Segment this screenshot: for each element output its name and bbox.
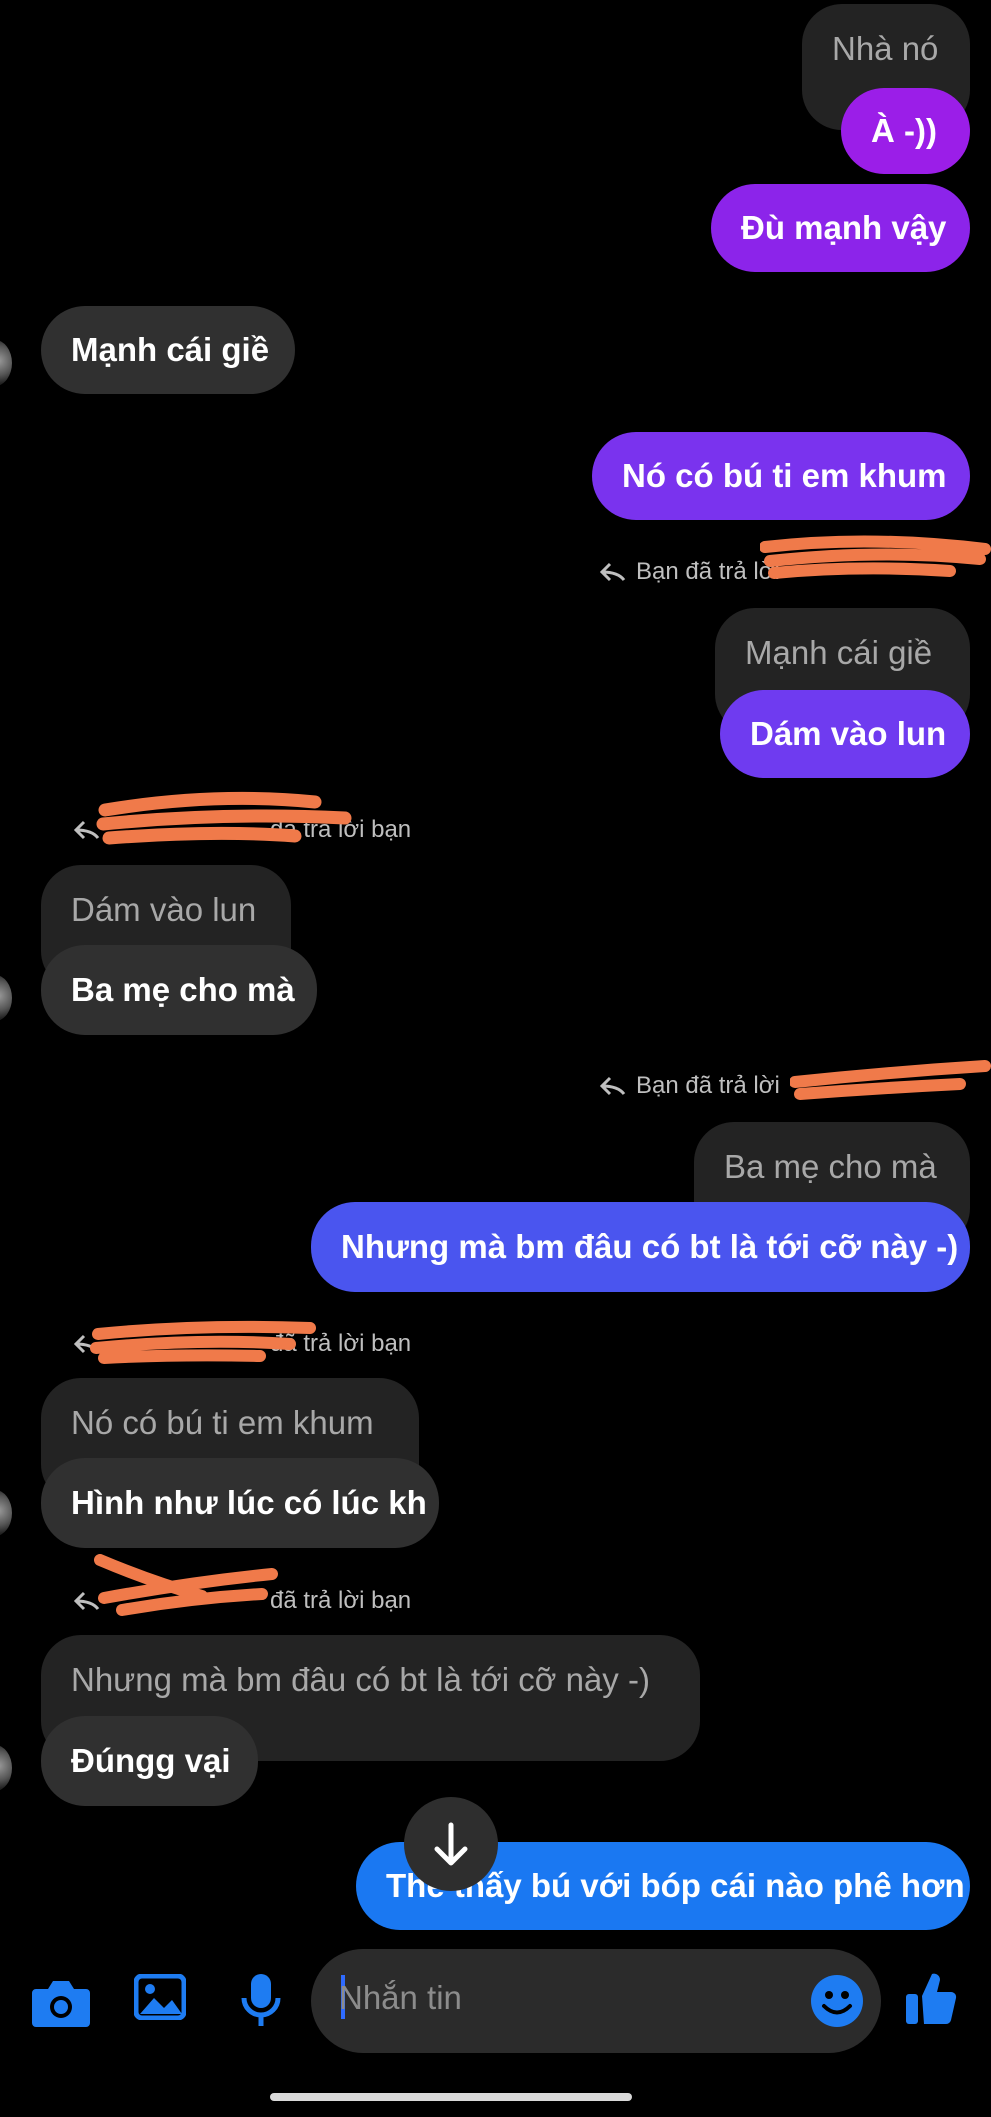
message-text: Mạnh cái giề — [71, 331, 270, 369]
incoming-message[interactable]: Đúngg vại — [41, 1716, 258, 1806]
like-button[interactable] — [904, 1970, 958, 2031]
message-text: Đù mạnh vậy — [741, 209, 947, 247]
reply-arrow-icon — [600, 562, 626, 582]
outgoing-message[interactable]: Dám vào lun — [720, 690, 970, 778]
message-text: Đúngg vại — [71, 1742, 231, 1780]
gallery-button[interactable] — [133, 1973, 187, 2025]
image-icon — [133, 1973, 187, 2021]
scroll-to-bottom-button[interactable] — [404, 1797, 498, 1891]
quote-text: Nó có bú ti em khum — [71, 1404, 374, 1441]
outgoing-message[interactable]: Nó có bú ti em khum — [592, 432, 970, 520]
voice-button[interactable] — [240, 1972, 282, 2035]
outgoing-message[interactable]: Đù mạnh vậy — [711, 184, 970, 272]
quote-text: Dám vào lun — [71, 891, 257, 928]
avatar[interactable] — [0, 1745, 12, 1791]
message-text: Nó có bú ti em khum — [622, 457, 947, 495]
redaction-scribble — [790, 1060, 991, 1100]
home-indicator[interactable] — [270, 2093, 632, 2101]
outgoing-message[interactable]: Nhưng mà bm đâu có bt là tới cỡ này -) — [311, 1202, 970, 1292]
arrow-down-icon — [434, 1822, 468, 1866]
incoming-message[interactable]: Mạnh cái giề — [41, 306, 295, 394]
quote-text: Ba mẹ cho mà — [724, 1148, 937, 1185]
reply-note-text: Bạn đã trả lời — [636, 1072, 780, 1099]
redaction-scribble — [90, 1320, 316, 1364]
message-text: Ba mẹ cho mà — [71, 971, 295, 1009]
emoji-button[interactable] — [809, 1973, 865, 2034]
reply-note-text: Bạn đã trả lời — [636, 558, 780, 585]
microphone-icon — [241, 1974, 281, 2026]
reply-indicator: Bạn đã trả lời — [600, 1072, 780, 1100]
camera-button[interactable] — [30, 1975, 92, 2034]
message-input-placeholder: Nhắn tin — [339, 1979, 462, 2016]
quote-text: Nhưng mà bm đâu có bt là tới cỡ này -) — [71, 1661, 650, 1698]
message-text: Dám vào lun — [750, 715, 947, 753]
message-text: Hình như lúc có lúc kh — [71, 1484, 427, 1522]
reply-arrow-icon — [600, 1076, 626, 1096]
avatar[interactable] — [0, 1490, 12, 1536]
message-text: À -)) — [871, 112, 937, 150]
message-input[interactable]: Nhắn tin — [311, 1949, 881, 2053]
redaction-scribble — [96, 791, 352, 845]
incoming-message[interactable]: Ba mẹ cho mà — [41, 945, 317, 1035]
outgoing-message[interactable]: À -)) — [841, 88, 970, 174]
avatar[interactable] — [0, 340, 12, 386]
quote-text: Mạnh cái giề — [745, 634, 933, 671]
emoji-icon — [811, 1975, 863, 2027]
reply-note-text: đã trả lời bạn — [270, 1587, 412, 1614]
redaction-scribble — [94, 1554, 278, 1616]
message-text: Nhưng mà bm đâu có bt là tới cỡ này -) — [341, 1228, 959, 1266]
incoming-message[interactable]: Hình như lúc có lúc kh — [41, 1458, 439, 1548]
reply-indicator: Bạn đã trả lời — [600, 558, 780, 586]
like-icon — [906, 1973, 957, 2025]
redaction-scribble — [760, 535, 991, 579]
quote-text: Nhà nó — [832, 30, 939, 67]
avatar[interactable] — [0, 975, 12, 1021]
camera-icon — [32, 1981, 90, 2027]
